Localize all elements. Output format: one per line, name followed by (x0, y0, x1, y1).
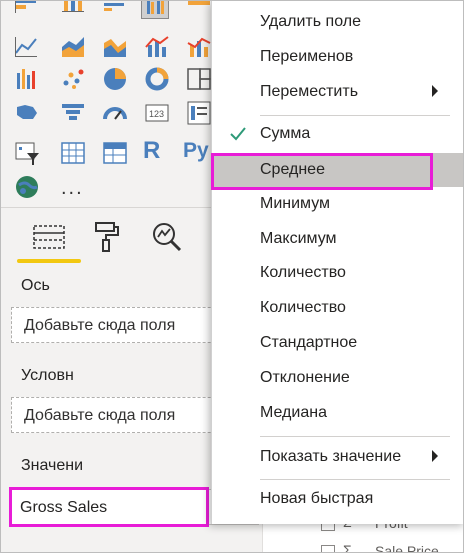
menu-item-label: Переименов (260, 48, 354, 65)
menu-item-count[interactable]: Количество (212, 291, 463, 325)
stacked-bar-chart-icon[interactable] (13, 1, 41, 17)
menu-item-maximum[interactable]: Максимум (212, 222, 463, 256)
menu-item-standard[interactable]: Стандартное (212, 326, 463, 360)
menu-item-label: Переместить (260, 83, 359, 100)
analytics-icon[interactable] (147, 217, 187, 257)
menu-item-median[interactable]: Медиана (212, 396, 463, 430)
menu-item-label: Количество (260, 264, 346, 281)
menu-item-label: Сумма (260, 125, 311, 142)
menu-item-label: Минимум (260, 195, 331, 212)
line-clustered-column-icon[interactable] (143, 33, 171, 61)
menu-item-label: Максимум (260, 230, 337, 247)
card-icon[interactable]: 123 (143, 99, 171, 127)
python-visual-icon[interactable]: Py (183, 139, 209, 163)
menu-item-count-distinct[interactable]: Количество (212, 256, 463, 290)
menu-item-label: Стандартное (260, 334, 358, 351)
menu-item-show-value-as[interactable]: Показать значение (212, 440, 463, 474)
menu-separator (260, 436, 450, 437)
arcgis-map-icon[interactable] (13, 173, 41, 201)
sale-price-field-label: Sale Price (375, 543, 439, 553)
menu-item-new-quick-measure[interactable]: Новая быстрая (212, 482, 463, 516)
donut-chart-icon[interactable] (143, 65, 171, 93)
checkmark-icon (230, 127, 246, 141)
menu-item-label: Медиана (260, 404, 327, 421)
menu-item-label: Показать значение (260, 448, 402, 465)
line-stacked-column-icon[interactable] (185, 33, 213, 61)
area-chart-icon[interactable] (59, 33, 87, 61)
menu-item-label: Количество (260, 299, 346, 316)
gauge-icon[interactable] (101, 99, 129, 127)
menu-separator (260, 479, 450, 480)
sigma-icon: Σ (343, 542, 352, 553)
menu-item-minimum[interactable]: Минимум (212, 187, 463, 221)
menu-item-remove-field[interactable]: Удалить поле (212, 5, 463, 39)
field-context-menu: Удалить поле Переименов Переместить Сумм… (211, 1, 463, 524)
menu-item-sum[interactable]: Сумма (212, 117, 463, 151)
map-icon[interactable] (13, 99, 41, 127)
pie-chart-icon[interactable] (101, 65, 129, 93)
fields-tab-icon[interactable] (29, 217, 69, 257)
clustered-column-chart-icon[interactable] (141, 1, 169, 19)
funnel-chart-icon[interactable] (59, 99, 87, 127)
r-script-visual-icon[interactable]: R (143, 137, 160, 165)
scatter-chart-icon[interactable] (59, 65, 87, 93)
active-tab-indicator (17, 259, 81, 263)
menu-item-label: Новая быстрая (260, 490, 374, 507)
more-visuals-icon[interactable]: ... (61, 177, 84, 200)
percent-bar-chart-icon[interactable] (185, 1, 213, 17)
axis-well-label: Ось (21, 277, 50, 294)
ribbon-chart-icon[interactable] (13, 65, 41, 93)
treemap-icon[interactable] (185, 65, 213, 93)
window-frame: 123 R Py ... Ось Добавьте сюда поля Усло… (0, 0, 464, 553)
submenu-arrow-icon (432, 450, 438, 462)
line-chart-icon[interactable] (13, 33, 41, 61)
average-highlight (211, 153, 433, 190)
legend-well-label: Условн (21, 367, 74, 384)
menu-item-label: Отклонение (260, 369, 350, 386)
multi-row-card-icon[interactable] (185, 99, 213, 127)
matrix-icon[interactable] (101, 139, 129, 167)
submenu-arrow-icon (432, 85, 438, 97)
slicer-icon[interactable] (13, 139, 41, 167)
stacked-area-chart-icon[interactable] (101, 33, 129, 61)
sale-price-checkbox[interactable] (321, 545, 335, 552)
menu-separator (260, 115, 450, 116)
menu-item-rename[interactable]: Переименов (212, 40, 463, 74)
values-well-label: Значени (21, 457, 84, 474)
menu-item-move[interactable]: Переместить (212, 75, 463, 109)
clustered-bar-chart-icon[interactable] (101, 1, 129, 17)
field-pill-highlight (9, 487, 209, 527)
stacked-column-chart-icon[interactable] (59, 1, 87, 17)
menu-item-label: Удалить поле (260, 13, 361, 30)
format-paint-icon[interactable] (87, 217, 127, 257)
svg-text:123: 123 (149, 109, 164, 119)
menu-item-deviation[interactable]: Отклонение (212, 361, 463, 395)
table-icon[interactable] (59, 139, 87, 167)
